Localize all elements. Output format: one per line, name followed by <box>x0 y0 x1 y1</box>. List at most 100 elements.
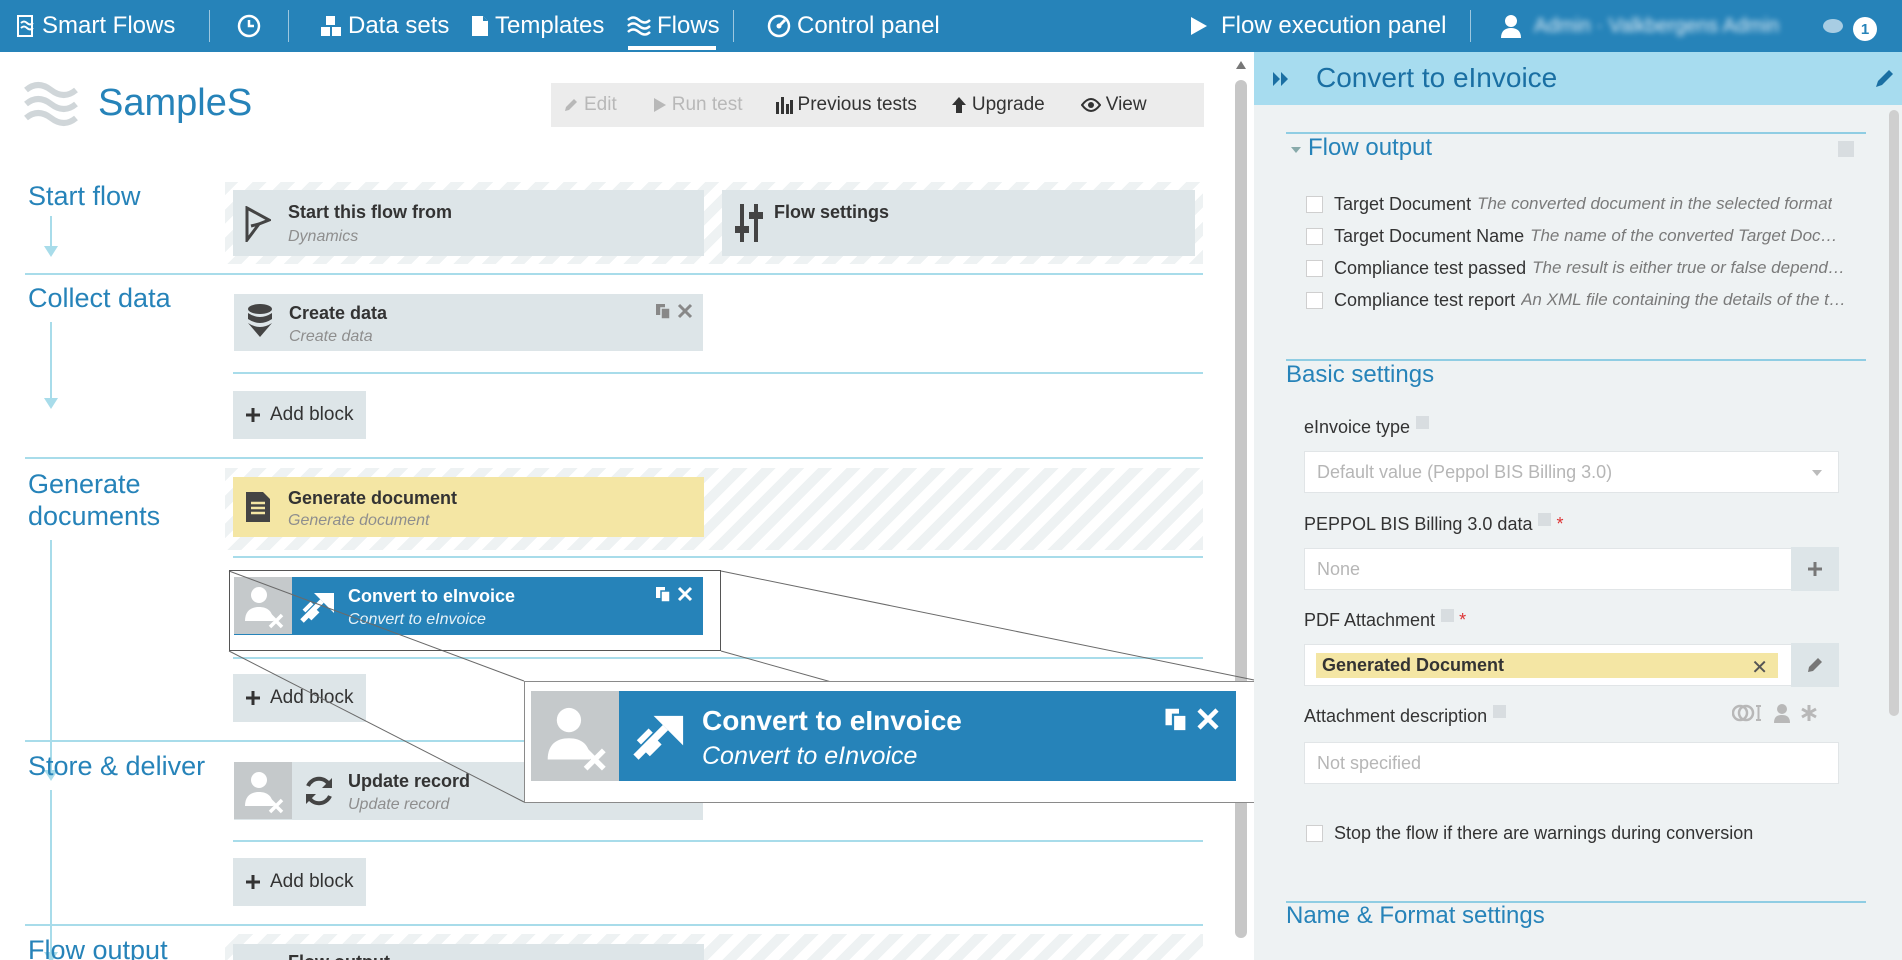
select-value: Default value (Peppol BIS Billing 3.0) <box>1317 461 1613 482</box>
output-description: The name of the converted Target Documen… <box>1530 226 1846 245</box>
plus-icon <box>246 408 260 422</box>
flow-settings-block[interactable]: Flow settings <box>722 190 1195 256</box>
plus-icon <box>1808 562 1822 576</box>
notifications-button[interactable] <box>1822 0 1850 52</box>
pdf-attachment-tag[interactable]: Generated Document ✕ <box>1316 653 1778 680</box>
output-option-row[interactable]: Target Document The converted document i… <box>1306 191 1846 217</box>
info-icon[interactable] <box>1493 705 1507 718</box>
generate-document-block[interactable]: Generate document Generate document <box>233 477 704 537</box>
flow-title: SampleS <box>98 82 253 124</box>
block-title: Create data <box>289 303 388 323</box>
block-title: Flow output <box>288 952 390 960</box>
info-icon[interactable] <box>1416 416 1430 429</box>
previous-tests-button[interactable]: Previous tests <box>763 83 929 127</box>
edit-name-icon[interactable] <box>1874 67 1896 89</box>
output-checkbox[interactable] <box>1306 259 1323 277</box>
copy-icon[interactable] <box>655 303 671 320</box>
upload-arrow-icon <box>951 97 966 113</box>
flow-output-heading[interactable]: Flow output <box>1308 134 1432 162</box>
edit-pdf-attachment-button[interactable] <box>1791 643 1839 687</box>
stop-on-warnings-label: Stop the flow if there are warnings duri… <box>1334 822 1754 843</box>
add-block-label: Add block <box>270 871 354 892</box>
scroll-up-arrow-icon[interactable] <box>1235 60 1247 70</box>
add-block-label: Add block <box>270 687 354 708</box>
section-divider <box>25 924 1203 926</box>
panel-title: Convert to eInvoice <box>1316 62 1558 93</box>
edit-button-label: Edit <box>584 94 617 115</box>
export-arrow-icon <box>633 715 684 760</box>
input-placeholder: Not specified <box>1317 752 1422 773</box>
output-option-row[interactable]: Compliance test passed The result is eit… <box>1306 255 1846 281</box>
asterisk-icon[interactable] <box>1800 704 1818 722</box>
dynamics-icon <box>245 206 271 242</box>
caret-down-icon[interactable] <box>1290 146 1302 154</box>
required-marker: * <box>1556 514 1564 534</box>
nav-separator <box>209 10 210 42</box>
block-divider <box>233 556 1203 558</box>
zoom-callout: Convert to eInvoice Convert to eInvoice <box>524 681 1259 803</box>
output-option-row[interactable]: Compliance test report An XML file conta… <box>1306 287 1846 313</box>
nav-flow-execution-panel[interactable]: Flow execution panel <box>1189 0 1446 52</box>
nav-brand[interactable]: Smart Flows <box>16 0 175 52</box>
output-option-row[interactable]: Target Document Name The name of the con… <box>1306 223 1846 249</box>
play-icon <box>1191 17 1207 35</box>
flow-editor: SampleS Edit Run test Previous tests Upg… <box>0 52 1236 960</box>
smart-flows-icon <box>17 15 34 37</box>
run-test-button[interactable]: Run test <box>641 83 755 127</box>
info-icon[interactable] <box>1441 609 1455 622</box>
scrollbar-thumb[interactable] <box>1235 80 1247 938</box>
flow-connector <box>50 322 52 398</box>
pencil-icon <box>565 99 577 111</box>
panel-scrollbar[interactable] <box>1887 110 1900 960</box>
sliders-icon <box>735 204 763 242</box>
add-block-button[interactable]: Add block <box>233 858 366 906</box>
required-marker: * <box>1459 610 1467 630</box>
flow-output-block[interactable]: Flow output <box>233 944 704 960</box>
block-divider <box>233 657 1203 659</box>
peppol-data-input[interactable]: None <box>1304 548 1792 590</box>
user-field-icon[interactable] <box>1773 703 1791 723</box>
create-data-block[interactable]: Create data Create data <box>234 294 703 351</box>
panel-header: Convert to eInvoice <box>1254 52 1902 105</box>
view-button[interactable]: View <box>1069 83 1159 127</box>
collapse-panel-icon[interactable] <box>1272 71 1290 87</box>
output-checkbox[interactable] <box>1306 291 1323 309</box>
plus-icon <box>246 875 260 889</box>
user-menu[interactable]: Admin · Valkbergens Admin <box>1500 0 1779 52</box>
add-peppol-data-button[interactable] <box>1791 547 1839 591</box>
block-title: Flow settings <box>774 202 890 222</box>
delete-icon[interactable] <box>677 303 693 319</box>
upgrade-button[interactable]: Upgrade <box>939 83 1057 127</box>
nav-datasets[interactable]: Data sets <box>320 0 449 52</box>
info-icon[interactable] <box>1838 141 1854 157</box>
einvoice-type-select[interactable]: Default value (Peppol BIS Billing 3.0) <box>1304 451 1839 493</box>
nav-flows[interactable]: Flows <box>627 0 720 52</box>
remove-tag-icon[interactable]: ✕ <box>1751 655 1768 680</box>
info-icon[interactable] <box>1538 513 1552 526</box>
nav-control-panel[interactable]: Control panel <box>767 0 940 52</box>
pencil-icon <box>1808 658 1822 672</box>
history-button[interactable] <box>237 0 267 52</box>
edit-button[interactable]: Edit <box>551 83 629 127</box>
block-actions <box>1164 707 1220 733</box>
field-label: eInvoice type <box>1304 417 1411 437</box>
block-title: Generate document <box>288 488 458 508</box>
start-flow-block[interactable]: Start this flow from Dynamics <box>233 190 704 256</box>
nav-templates[interactable]: Templates <box>471 0 604 52</box>
editor-scrollbar[interactable] <box>1234 56 1248 956</box>
output-checkbox[interactable] <box>1306 195 1323 213</box>
scrollbar-thumb[interactable] <box>1889 110 1899 716</box>
document-icon <box>472 16 488 36</box>
active-tab-indicator <box>628 46 716 50</box>
attachment-description-input[interactable]: Not specified <box>1304 742 1839 784</box>
add-block-button[interactable]: Add block <box>233 674 366 722</box>
variable-insert-icon[interactable] <box>1732 702 1762 724</box>
stop-on-warnings-checkbox[interactable] <box>1306 824 1323 842</box>
add-block-button[interactable]: Add block <box>233 391 366 439</box>
database-icon <box>248 304 272 337</box>
run-test-label: Run test <box>671 94 743 115</box>
output-checkbox[interactable] <box>1306 227 1323 245</box>
nav-separator <box>733 10 734 42</box>
clock-icon <box>237 14 261 38</box>
stop-on-warnings-row[interactable]: Stop the flow if there are warnings duri… <box>1306 820 1846 846</box>
